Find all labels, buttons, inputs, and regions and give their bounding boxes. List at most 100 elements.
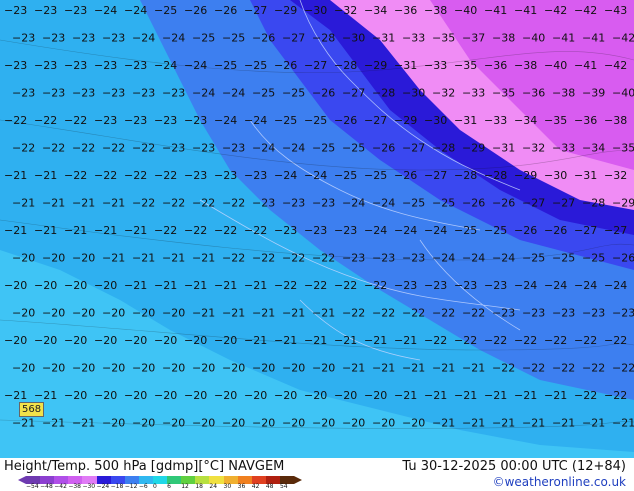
temperature-label: −24 — [124, 4, 147, 17]
temperature-label: −21 — [42, 417, 65, 430]
temperature-label: −28 — [372, 87, 395, 100]
temperature-label: −24 — [462, 252, 485, 265]
temperature-label: −23 — [252, 197, 275, 210]
temperature-label: −20 — [222, 417, 245, 430]
temperature-label: −20 — [34, 334, 57, 347]
temperature-label: −20 — [72, 252, 95, 265]
temperature-label: −20 — [12, 362, 35, 375]
temperature-label: −22 — [244, 224, 267, 237]
temperature-label: −25 — [342, 142, 365, 155]
temperature-label: −39 — [582, 87, 605, 100]
temperature-label: −27 — [402, 142, 425, 155]
temperature-label: −26 — [334, 114, 357, 127]
temperature-label: −23 — [522, 307, 545, 320]
temperature-label: −24 — [192, 87, 215, 100]
temperature-label: −36 — [484, 59, 507, 72]
temperature-label: −21 — [342, 362, 365, 375]
temperature-label: −24 — [424, 224, 447, 237]
temperature-label: −24 — [304, 169, 327, 182]
temperature-label: −23 — [42, 32, 65, 45]
temperature-label: −22 — [304, 279, 327, 292]
temperature-label: −24 — [162, 32, 185, 45]
temperature-label: −22 — [184, 224, 207, 237]
temperature-label: −23 — [372, 252, 395, 265]
temperature-label: −40 — [454, 4, 477, 17]
temperature-label: −26 — [274, 59, 297, 72]
temperature-label: −31 — [454, 114, 477, 127]
temperature-label: −22 — [334, 279, 357, 292]
temperature-label: −29 — [514, 169, 537, 182]
temperature-label: −29 — [612, 197, 634, 210]
temperature-label: −31 — [574, 169, 597, 182]
temperature-label: −25 — [334, 169, 357, 182]
valid-time: Tu 30-12-2025 00:00 UTC (12+84) — [402, 459, 626, 474]
temperature-label: −28 — [432, 142, 455, 155]
temperature-label: −22 — [484, 334, 507, 347]
temperature-label: −24 — [574, 279, 597, 292]
temperature-label: −41 — [484, 4, 507, 17]
temperature-label: −22 — [612, 362, 634, 375]
temperature-label: −38 — [514, 59, 537, 72]
temperature-label: −26 — [514, 224, 537, 237]
temperature-label: −23 — [552, 307, 575, 320]
temperature-label: −21 — [432, 417, 455, 430]
temperature-label: −21 — [462, 417, 485, 430]
temperature-label: −23 — [94, 59, 117, 72]
temperature-label: −22 — [462, 307, 485, 320]
temperature-label: −21 — [124, 224, 147, 237]
temperature-label: −21 — [192, 252, 215, 265]
temperature-label: −23 — [64, 59, 87, 72]
temperature-label: −20 — [132, 307, 155, 320]
temperature-label: −24 — [342, 197, 365, 210]
temperature-label: −23 — [34, 59, 57, 72]
temperature-label: −38 — [492, 32, 515, 45]
temperature-label: −25 — [312, 142, 335, 155]
temperature-label: −21 — [514, 389, 537, 402]
temperature-label: −30 — [544, 169, 567, 182]
temperature-label: −25 — [222, 32, 245, 45]
temperature-label: −30 — [304, 4, 327, 17]
temperature-label: −41 — [552, 32, 575, 45]
temperature-label: −30 — [402, 87, 425, 100]
source-credit[interactable]: ©weatheronline.co.uk — [493, 475, 626, 489]
temperature-label: −21 — [102, 252, 125, 265]
temperature-label: −23 — [334, 224, 357, 237]
temperature-label: −23 — [154, 114, 177, 127]
temperature-label: −38 — [424, 4, 447, 17]
temperature-label: −23 — [94, 114, 117, 127]
temperature-label: −27 — [304, 59, 327, 72]
temperature-label: −30 — [424, 114, 447, 127]
temperature-label: −22 — [214, 224, 237, 237]
temperature-label: −24 — [274, 169, 297, 182]
temperature-label: −23 — [342, 252, 365, 265]
temperature-label: −40 — [522, 32, 545, 45]
temperature-label: −33 — [462, 87, 485, 100]
temperature-label: −21 — [492, 417, 515, 430]
temperature-label: −20 — [42, 307, 65, 320]
temperature-label: −26 — [372, 142, 395, 155]
temperature-label: −26 — [184, 4, 207, 17]
temperature-label: −22 — [604, 334, 627, 347]
temperature-label: −22 — [252, 252, 275, 265]
temperature-label: −23 — [492, 307, 515, 320]
temperature-label: −22 — [552, 362, 575, 375]
temperature-label: −26 — [214, 4, 237, 17]
temperature-label: −33 — [402, 32, 425, 45]
temperature-label: −23 — [124, 59, 147, 72]
temperature-label: −34 — [514, 114, 537, 127]
temperature-label: −20 — [64, 279, 87, 292]
temperature-label: −22 — [162, 197, 185, 210]
temperature-label: −20 — [282, 417, 305, 430]
map-title: Height/Temp. 500 hPa [gdmp][°C] NAVGEM — [4, 459, 285, 474]
temperature-label: −29 — [364, 59, 387, 72]
temperature-label: −21 — [432, 362, 455, 375]
temperature-label: −27 — [574, 224, 597, 237]
temperature-label: −25 — [364, 169, 387, 182]
temperature-label: −25 — [522, 252, 545, 265]
temperature-label: −22 — [34, 114, 57, 127]
weather-map-view: −23 −23 −23 −24 −24 −25 −26 −26 −27 −29 −30 −32 −34−… — [0, 0, 634, 490]
temperature-label: −23 — [222, 142, 245, 155]
temperature-label: −35 — [544, 114, 567, 127]
temperature-label: −23 — [484, 279, 507, 292]
temperature-label: −24 — [514, 279, 537, 292]
